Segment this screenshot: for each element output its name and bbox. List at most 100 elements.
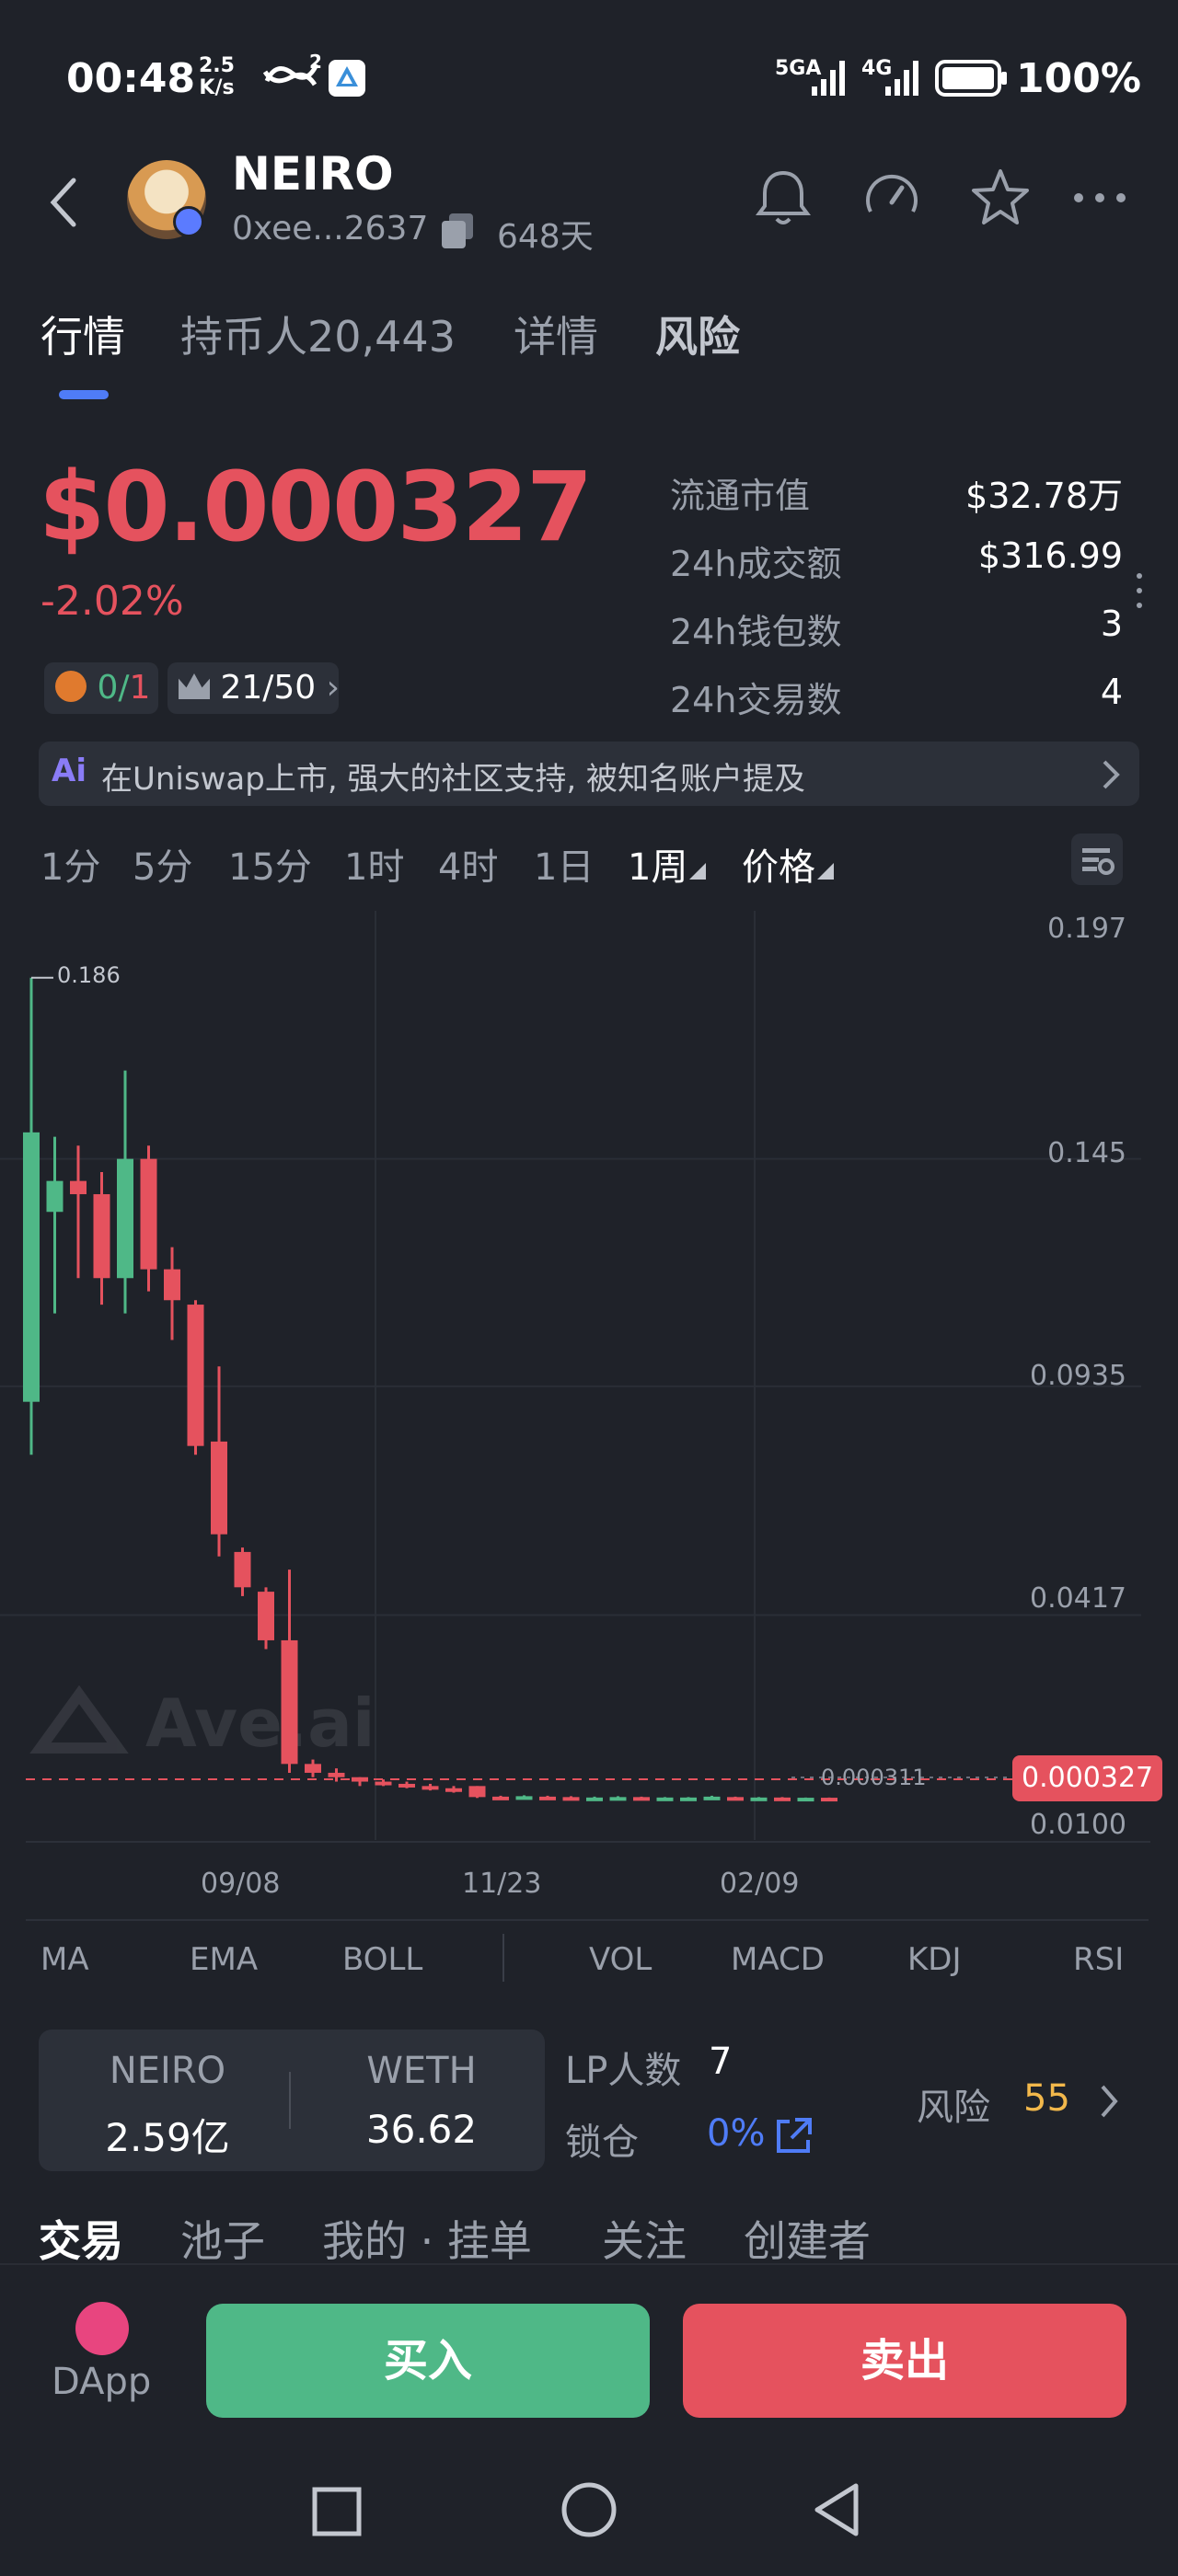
back-icon[interactable] (808, 2480, 867, 2539)
candle (750, 1797, 768, 1801)
candle (23, 977, 40, 1455)
tab-market[interactable]: 行情 (40, 304, 125, 364)
chevron-right-icon[interactable] (1095, 2081, 1123, 2122)
current-price-marker: 0.000327 (1012, 1755, 1163, 1801)
tab-my-orders[interactable]: 我的 · 挂单 (322, 2208, 532, 2269)
top-holders-value: 21/50 (220, 669, 317, 707)
price-chart[interactable]: Ave.ai (0, 883, 1178, 1886)
more-icon[interactable] (1068, 166, 1132, 230)
candle (609, 1796, 627, 1801)
candle (774, 1797, 791, 1801)
dropdown-corner-icon (817, 863, 834, 880)
lp-count-label: LP人数 (565, 2050, 682, 2092)
reference-price-label: 0.000311 (821, 1765, 927, 1790)
candle (562, 1796, 580, 1801)
candle (234, 1547, 251, 1596)
candle-body (750, 1797, 768, 1801)
sell-button[interactable]: 卖出 (683, 2304, 1126, 2418)
insider-chip[interactable]: 0/1 (44, 662, 158, 714)
home-icon[interactable] (560, 2480, 618, 2539)
bell-icon[interactable] (751, 166, 815, 230)
tab-trades[interactable]: 交易 (39, 2208, 123, 2269)
candle-body (774, 1797, 791, 1801)
external-link-icon[interactable] (773, 2116, 814, 2156)
candle-body (680, 1797, 697, 1801)
stat-label: 24h交易数 (670, 680, 842, 720)
tab-holders[interactable]: 持币人20,443 (180, 304, 456, 364)
candle-body (258, 1592, 274, 1640)
lp-count-value: 7 (709, 2041, 733, 2083)
candle-body (281, 1639, 298, 1765)
candle-body (305, 1764, 321, 1773)
moneybag-icon (55, 671, 87, 702)
indicator-vol[interactable]: VOL (589, 1941, 652, 1978)
risk-score: 55 (1023, 2077, 1070, 2120)
recents-icon[interactable] (309, 2484, 364, 2539)
candle (422, 1783, 439, 1791)
candle-body (328, 1772, 345, 1777)
gauge-icon[interactable] (860, 166, 924, 230)
candle (70, 1145, 87, 1279)
candle (656, 1797, 674, 1801)
candle (187, 1300, 204, 1455)
copy-icon[interactable] (438, 212, 477, 250)
stat-value: 4 (1100, 672, 1123, 712)
risk-label: 风险 (917, 2087, 990, 2129)
top-holders-chip[interactable]: 21/50 › (167, 662, 341, 714)
divider (502, 1934, 504, 1982)
indicator-ema[interactable]: EMA (190, 1941, 258, 1978)
battery-percent: 100% (1016, 55, 1141, 102)
candle-body (797, 1798, 814, 1802)
dapp-label[interactable]: DApp (52, 2361, 151, 2403)
candle-body (515, 1796, 533, 1800)
indicator-boll[interactable]: BOLL (342, 1941, 422, 1978)
stat-label: 流通市值 (670, 476, 811, 516)
candle-body (164, 1269, 180, 1301)
crown-icon (179, 673, 210, 699)
current-price: $0.000327 (39, 451, 593, 563)
back-arrow-icon[interactable] (44, 175, 90, 230)
candle (539, 1795, 556, 1800)
candle (398, 1781, 415, 1788)
battery-icon (935, 60, 1007, 97)
pool-amount-a: 2.59亿 (105, 2115, 230, 2160)
candle (680, 1797, 697, 1801)
ai-summary-bar[interactable]: Ai 在Uniswap上市, 强大的社区支持, 被知名账户提及 (39, 742, 1139, 806)
app-notification-icon (329, 60, 365, 97)
candle (375, 1779, 392, 1787)
chart-settings-icon[interactable] (1069, 832, 1125, 887)
candle-body (703, 1796, 721, 1800)
indicator-ma[interactable]: MA (40, 1941, 89, 1978)
indicator-macd[interactable]: MACD (731, 1941, 825, 1978)
status-bar: 00:48 2.5 K/s 2 5GA 4G 100% (0, 0, 1178, 156)
tab-risk[interactable]: 风险 (655, 304, 740, 364)
candle-body (727, 1797, 744, 1801)
star-icon[interactable] (968, 166, 1033, 230)
candle-body (375, 1781, 392, 1786)
tab-pools[interactable]: 池子 (180, 2208, 265, 2269)
chevron-right-icon: › (316, 669, 341, 707)
indicator-rsi[interactable]: RSI (1073, 1941, 1124, 1978)
candle (703, 1795, 721, 1800)
dapp-icon[interactable] (75, 2302, 129, 2355)
tab-following[interactable]: 关注 (602, 2208, 687, 2269)
indicator-kdj[interactable]: KDJ (907, 1941, 962, 1978)
candle-body (656, 1797, 674, 1801)
y-axis-tick: 0.0417 (1030, 1582, 1126, 1615)
candle (305, 1759, 321, 1777)
system-nav-bar (0, 2447, 1178, 2576)
divider (26, 1919, 1149, 1921)
stat-value: 3 (1100, 604, 1123, 644)
candle (727, 1796, 744, 1801)
y-axis-tick: 0.0100 (1030, 1809, 1126, 1841)
stat-label: 24h钱包数 (670, 612, 842, 652)
x-axis-tick: 11/23 (462, 1868, 542, 1900)
tab-details[interactable]: 详情 (514, 304, 598, 364)
lock-label: 锁仓 (565, 2122, 639, 2164)
vertical-dots-icon[interactable] (1134, 570, 1145, 613)
tab-creator[interactable]: 创建者 (744, 2208, 871, 2269)
chain-badge-icon (173, 206, 204, 237)
buy-button[interactable]: 买入 (206, 2304, 650, 2418)
candle (515, 1795, 533, 1800)
stat-value: $32.78万 (965, 476, 1123, 516)
